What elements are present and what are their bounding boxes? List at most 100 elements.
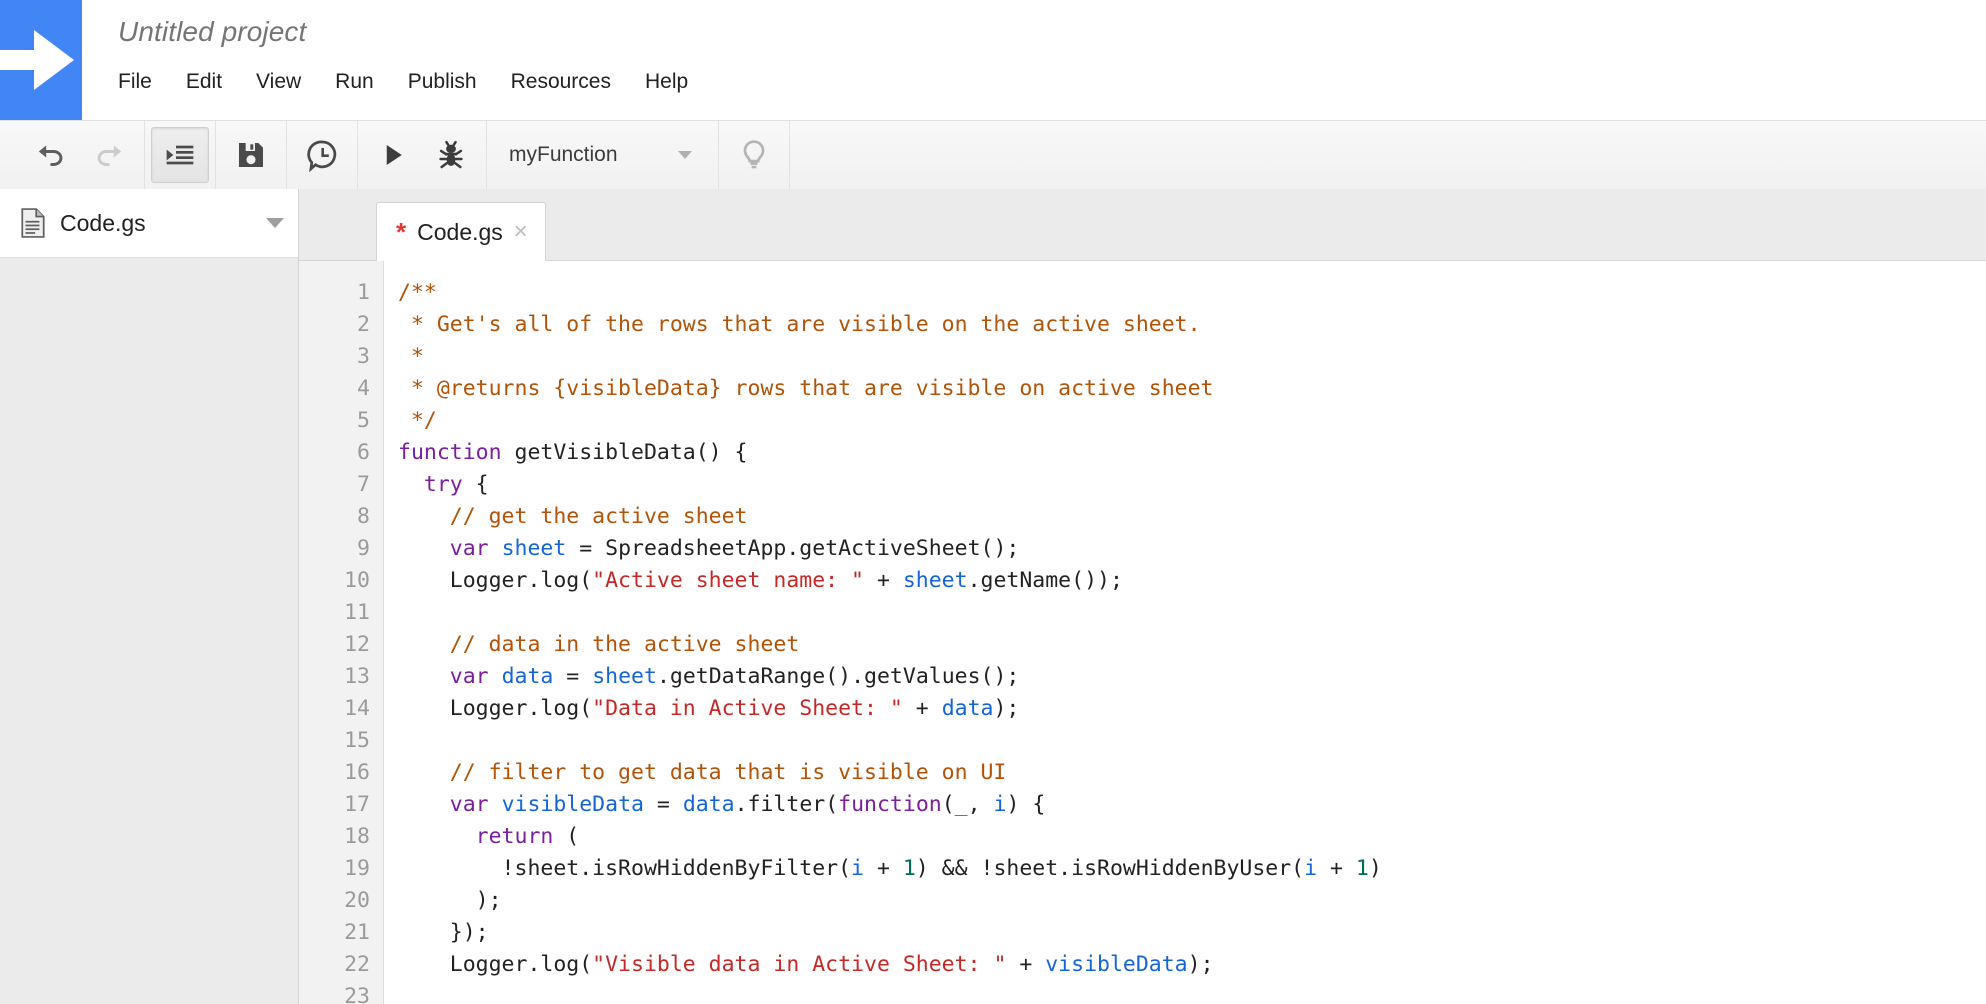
code-line: }); bbox=[384, 917, 1986, 949]
toolbar-group-save bbox=[216, 121, 287, 189]
line-number-gutter: 1 2 3 4 5 6 7 8 9 10 11 12 13 14 15 16 17 18 19 20 21 22 23 bbox=[299, 261, 384, 1004]
code-token: sheet bbox=[902, 568, 968, 593]
line-number: 23 bbox=[344, 984, 370, 1004]
redo-button[interactable] bbox=[80, 127, 138, 183]
lightbulb-icon bbox=[743, 140, 765, 169]
code-line: var visibleData = data.filter(function(_… bbox=[384, 789, 1986, 821]
code-token: "Visible data in Active Sheet: " bbox=[592, 952, 1007, 977]
code-token: + bbox=[1317, 856, 1356, 881]
code-line: * bbox=[384, 341, 1986, 373]
apps-script-arrow-logo-icon[interactable] bbox=[0, 0, 82, 120]
code-token: { bbox=[462, 472, 489, 497]
tab-label: Code.gs bbox=[417, 218, 503, 245]
code-editor[interactable]: 1 2 3 4 5 6 7 8 9 10 11 12 13 14 15 16 17 18 19 20 21 22 23 /*… bbox=[299, 261, 1986, 1004]
code-token: * bbox=[398, 344, 424, 369]
version-history-button[interactable] bbox=[293, 127, 351, 183]
code-token: ) && !sheet.isRowHiddenByUser( bbox=[915, 856, 1305, 881]
menu-item-help[interactable]: Help bbox=[645, 68, 706, 96]
line-number: 17 bbox=[344, 792, 370, 817]
apps-script-editor-window: Untitled project File Edit View Run Publ… bbox=[0, 0, 1986, 1004]
redo-icon bbox=[97, 145, 122, 166]
code-token: + bbox=[1006, 952, 1046, 977]
chevron-down-icon[interactable] bbox=[266, 218, 284, 228]
line-number: 8 bbox=[357, 504, 370, 529]
line-number: 3 bbox=[357, 344, 370, 369]
sidebar-item-code-gs[interactable]: Code.gs bbox=[0, 189, 298, 258]
code-token: return bbox=[475, 824, 554, 849]
menu-item-resources[interactable]: Resources bbox=[511, 68, 629, 96]
menu-item-run[interactable]: Run bbox=[335, 68, 392, 96]
line-number: 21 bbox=[344, 920, 370, 945]
hints-button[interactable] bbox=[725, 127, 783, 183]
code-token: * @returns {visibleData} rows that are v… bbox=[398, 376, 1214, 401]
unsaved-marker-icon: * bbox=[396, 217, 407, 247]
code-token: try bbox=[423, 472, 463, 497]
close-icon[interactable]: × bbox=[514, 220, 528, 244]
code-token: "Data in Active Sheet: " bbox=[592, 696, 903, 721]
line-number: 18 bbox=[344, 824, 370, 849]
code-token: i bbox=[1304, 856, 1318, 881]
code-line: return ( bbox=[384, 821, 1986, 853]
debug-button[interactable] bbox=[422, 127, 480, 183]
line-number: 12 bbox=[344, 632, 370, 657]
code-token: ); bbox=[993, 696, 1020, 721]
undo-icon bbox=[38, 145, 63, 166]
code-line: !sheet.isRowHiddenByFilter(i + 1) && !sh… bbox=[384, 853, 1986, 885]
code-token: Logger.log( bbox=[398, 952, 593, 977]
code-token: var bbox=[449, 664, 489, 689]
line-number: 22 bbox=[344, 952, 370, 977]
page-title[interactable]: Untitled project bbox=[118, 16, 306, 48]
run-button[interactable] bbox=[364, 127, 422, 183]
line-number: 19 bbox=[344, 856, 370, 881]
code-line: Logger.log("Visible data in Active Sheet… bbox=[384, 949, 1986, 981]
menu-item-publish[interactable]: Publish bbox=[408, 68, 495, 96]
save-button[interactable] bbox=[222, 127, 280, 183]
toolbar-group-history bbox=[0, 121, 145, 189]
code-token: ) bbox=[1368, 856, 1382, 881]
code-line: Logger.log("Data in Active Sheet: " + da… bbox=[384, 693, 1986, 725]
code-token: i bbox=[851, 856, 864, 881]
code-token: Logger.log( bbox=[398, 696, 593, 721]
code-token: * Get's all of the rows that are visible… bbox=[398, 312, 1201, 337]
line-number: 7 bbox=[357, 472, 370, 497]
code-line: function getVisibleData() { bbox=[384, 437, 1986, 469]
code-token: sheet bbox=[501, 536, 567, 561]
tab-code-gs[interactable]: * Code.gs × bbox=[376, 202, 546, 261]
code-line: */ bbox=[384, 405, 1986, 437]
toolbar-group-hint bbox=[719, 121, 790, 189]
code-line: // filter to get data that is visible on… bbox=[384, 757, 1986, 789]
menu-item-view[interactable]: View bbox=[256, 68, 319, 96]
code-token: 1 bbox=[1355, 856, 1369, 881]
play-run-icon bbox=[386, 145, 402, 165]
line-number: 4 bbox=[357, 376, 370, 401]
function-select[interactable]: myFunction bbox=[487, 121, 719, 189]
code-token: sheet bbox=[592, 664, 657, 689]
save-floppy-icon bbox=[239, 143, 263, 167]
code-token: function bbox=[398, 440, 502, 465]
code-token: 1 bbox=[902, 856, 916, 881]
code-token: var bbox=[449, 536, 489, 561]
line-number: 15 bbox=[344, 728, 370, 753]
clock-history-icon bbox=[306, 140, 336, 172]
code-token: = bbox=[553, 664, 593, 689]
code-token: /** bbox=[398, 280, 437, 305]
line-number-list: 1 2 3 4 5 6 7 8 9 10 11 12 13 14 15 16 17 18 19 20 21 22 23 bbox=[299, 261, 383, 1004]
code-token: .filter( bbox=[734, 792, 839, 817]
chevron-down-icon bbox=[678, 151, 692, 159]
code-line: Logger.log("Active sheet name: " + sheet… bbox=[384, 565, 1986, 597]
code-token: visibleData bbox=[501, 792, 644, 817]
menu-item-file[interactable]: File bbox=[118, 68, 170, 96]
code-token: }); bbox=[398, 920, 489, 945]
code-content[interactable]: /** * Get's all of the rows that are vis… bbox=[384, 261, 1986, 1004]
menu-item-edit[interactable]: Edit bbox=[186, 68, 240, 96]
toolbar-group-indent bbox=[145, 121, 216, 189]
indent-button[interactable] bbox=[151, 127, 209, 183]
function-select-value: myFunction bbox=[509, 143, 618, 166]
code-token: // get the active sheet bbox=[449, 504, 748, 529]
code-token: + bbox=[864, 856, 903, 881]
undo-button[interactable] bbox=[22, 127, 80, 183]
